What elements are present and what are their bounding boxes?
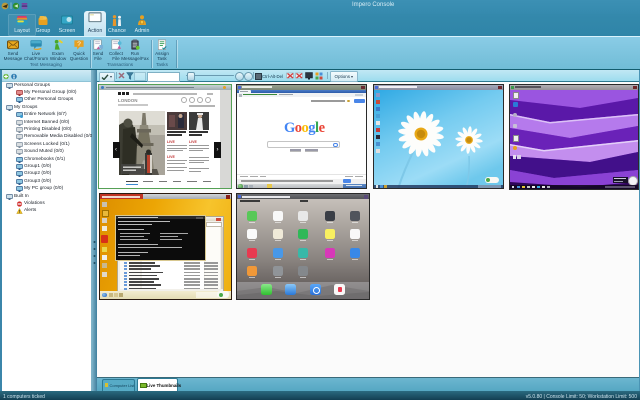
svg-text:?: ?	[77, 41, 81, 48]
